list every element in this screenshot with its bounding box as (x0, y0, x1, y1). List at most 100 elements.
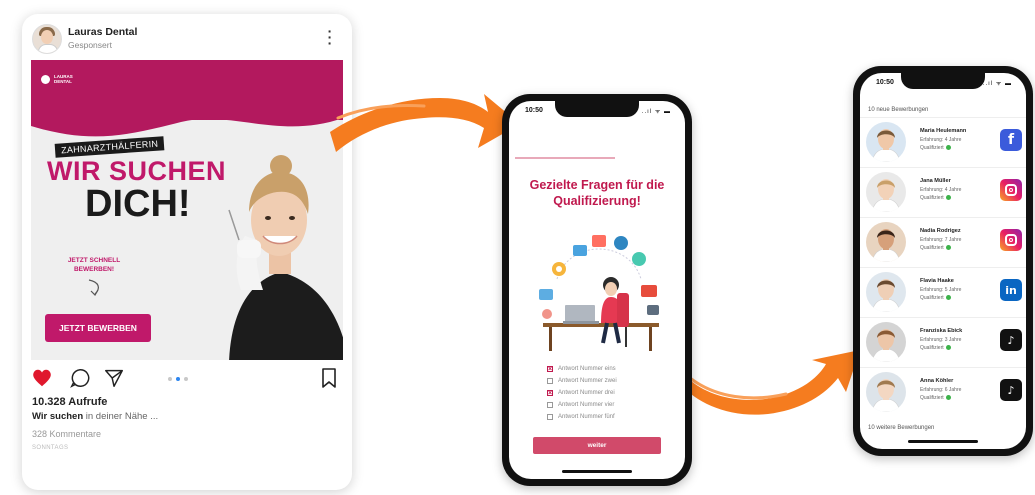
apply-callout: JETZT SCHNELL BEWERBEN! (67, 257, 121, 273)
applicant-name: Jana Müller (920, 178, 951, 184)
like-heart-icon[interactable] (31, 367, 53, 389)
phone2-status-icons: ..ıl ᯤ ▬ (982, 81, 1012, 87)
answer-label: Antwort Nummer vier (558, 402, 615, 408)
applicant-status: Qualifiziert (920, 345, 951, 351)
post-date: SONNTAGS (32, 445, 69, 451)
tiktok-icon[interactable]: ♪ (1000, 379, 1022, 401)
questionnaire-title: Gezielte Fragen für die Qualifizierung! (529, 178, 665, 208)
status-text: Qualifiziert (920, 395, 944, 401)
phone-applicants: 10:50 ..ıl ᯤ ▬ 10 neue Bewerbungen Maria… (853, 66, 1033, 456)
applicant-status: Qualifiziert (920, 145, 951, 151)
answer-checkbox[interactable]: × (547, 390, 553, 397)
phone1-screen: 10:50 ..ıl ᯤ ▬ Gezielte Fragen für die Q… (509, 101, 685, 479)
applicant-name: Maria Heulemann (920, 128, 967, 134)
answer-option[interactable]: × Antwort Nummer eins (547, 363, 617, 375)
more-options-icon[interactable]: · · · (326, 24, 334, 50)
applicant-row[interactable]: Anna Köhler Erfahrung: 6 Jahre Qualifizier… (860, 367, 1026, 418)
share-icon[interactable] (103, 367, 125, 389)
caption-rest: in deiner Nähe ... (83, 411, 159, 422)
tiktok-icon[interactable]: ♪ (1000, 329, 1022, 351)
applications-header: 10 neue Bewerbungen (868, 107, 929, 113)
applicant-name: Flavia Haake (920, 278, 954, 284)
account-name[interactable]: Lauras Dental (68, 26, 137, 38)
applicant-row[interactable]: Nadia Rodrigez Erfahrung: 7 Jahre Qualifiz… (860, 217, 1026, 268)
answer-label: Antwort Nummer fünf (558, 414, 615, 420)
arrow-to-phone1 (330, 94, 520, 152)
post-actions (31, 367, 343, 395)
post-caption[interactable]: Wir suchen in deiner Nähe ... (32, 411, 158, 422)
answer-checkbox[interactable] (547, 402, 553, 408)
bookmark-icon[interactable] (319, 367, 339, 389)
view-comments-link[interactable]: 328 Kommentare (32, 429, 101, 439)
tooth-logo-icon (41, 74, 50, 84)
applicant-avatar (866, 372, 906, 412)
applicant-row[interactable]: Flavia Haake Erfahrung: 5 Jahre Qualifizie… (860, 267, 1026, 318)
applicant-row[interactable]: Franziska Ebick Erfahrung: 3 Jahre Qualifi… (860, 317, 1026, 368)
comment-icon[interactable] (69, 367, 91, 389)
applicant-avatar (866, 322, 906, 362)
view-count: 10.328 Aufrufe (32, 396, 108, 408)
instagram-post-card: Lauras Dental Gesponsert · · · LAURAS DENT… (22, 14, 352, 490)
applicant-avatar (866, 272, 906, 312)
dental-assistant-photo (228, 155, 343, 360)
logo-text: LAURAS DENTAL (54, 74, 73, 84)
answer-checkbox[interactable] (547, 414, 553, 420)
brand-logo: LAURAS DENTAL (41, 74, 76, 84)
instagram-icon[interactable] (1000, 229, 1022, 251)
check-icon (945, 395, 951, 401)
applicant-avatar (866, 222, 906, 262)
applicant-experience: Erfahrung: 7 Jahre (920, 237, 962, 243)
phone-questionnaire: 10:50 ..ıl ᯤ ▬ Gezielte Fragen für die Q… (502, 94, 692, 486)
applicant-experience: Erfahrung: 4 Jahre (920, 187, 962, 193)
post-image[interactable]: LAURAS DENTAL ZAHNARZTHÄLFERIN WIR SUCHE… (31, 60, 343, 360)
headline-primary: WIR SUCHEN (47, 156, 226, 186)
more-applications-link[interactable]: 10 weitere Bewerbungen (868, 425, 934, 431)
answer-label: Antwort Nummer drei (558, 390, 615, 396)
check-icon (945, 245, 951, 251)
answer-label: Antwort Nummer zwei (558, 378, 617, 384)
answer-option[interactable]: Antwort Nummer vier (547, 399, 617, 411)
headline-secondary: DICH! (85, 183, 191, 225)
applicant-status: Qualifiziert (920, 395, 951, 401)
apply-now-button[interactable]: JETZT BEWERBEN (45, 314, 151, 342)
check-icon (945, 345, 951, 351)
applicant-status: Qualifiziert (920, 295, 951, 301)
facebook-icon[interactable]: f (1000, 129, 1022, 151)
instagram-icon[interactable] (1000, 179, 1022, 201)
applicant-status: Qualifiziert (920, 245, 951, 251)
applicant-row[interactable]: Maria Heulemann Erfahrung: 4 Jahre Qualifi… (860, 117, 1026, 168)
status-text: Qualifiziert (920, 195, 944, 201)
home-indicator[interactable] (908, 440, 978, 443)
answer-checkbox[interactable] (547, 378, 553, 384)
caption-bold: Wir suchen (32, 411, 84, 422)
answer-option[interactable]: Antwort Nummer zwei (547, 375, 617, 387)
post-header: Lauras Dental Gesponsert · · · (22, 14, 352, 60)
phone1-time: 10:50 (525, 107, 543, 114)
home-indicator[interactable] (562, 470, 632, 473)
status-text: Qualifiziert (920, 295, 944, 301)
phone1-status-icons: ..ıl ᯤ ▬ (641, 109, 671, 115)
applicant-row[interactable]: Jana Müller Erfahrung: 4 Jahre Qualifizier… (860, 167, 1026, 218)
answer-checkbox[interactable]: × (547, 366, 553, 373)
answer-option[interactable]: × Antwort Nummer drei (547, 387, 617, 399)
applicant-experience: Erfahrung: 5 Jahre (920, 287, 962, 293)
answer-list: × Antwort Nummer eins Antwort Nummer zwe… (547, 363, 617, 423)
check-icon (945, 145, 951, 151)
phone2-time: 10:50 (876, 79, 894, 86)
progress-bar (515, 157, 615, 159)
applicant-name: Franziska Ebick (920, 328, 963, 334)
answer-option[interactable]: Antwort Nummer fünf (547, 411, 617, 423)
check-icon (945, 295, 951, 301)
answer-label: Antwort Nummer eins (558, 366, 616, 372)
linkedin-icon[interactable]: in (1000, 279, 1022, 301)
applicant-experience: Erfahrung: 6 Jahre (920, 387, 962, 393)
applicant-name: Nadia Rodrigez (920, 228, 961, 234)
avatar[interactable] (32, 24, 62, 54)
check-icon (945, 195, 951, 201)
status-text: Qualifiziert (920, 345, 944, 351)
status-text: Qualifiziert (920, 245, 944, 251)
office-worker-illustration (539, 235, 659, 351)
applicant-status: Qualifiziert (920, 195, 951, 201)
next-button[interactable]: weiter (533, 437, 661, 454)
applicant-name: Anna Köhler (920, 378, 954, 384)
